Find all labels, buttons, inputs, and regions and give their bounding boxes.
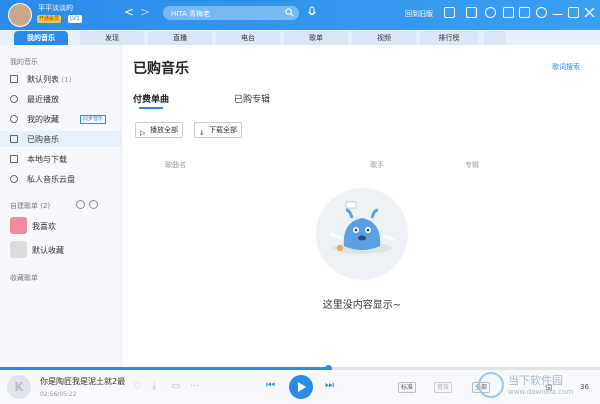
message-icon[interactable] [444, 7, 455, 18]
empty-message: 这里没内容显示~ [322, 300, 402, 311]
play-icon: ▷ [140, 129, 146, 137]
tab-radio[interactable]: 电台 [216, 31, 280, 45]
tab-discover[interactable]: 发现 [80, 31, 144, 45]
search-icon[interactable] [285, 8, 294, 17]
sidebar-item-favorites[interactable]: 我的收藏 同步音乐 [0, 111, 122, 127]
playlist-label: 我喜欢 [32, 222, 56, 231]
microphone-icon[interactable] [307, 6, 317, 18]
like-icon[interactable]: ♡ [133, 381, 142, 392]
column-artist[interactable]: 歌手 [370, 160, 384, 170]
sidebar-item-label: 最近播放 [27, 95, 59, 104]
heart-cover-icon [10, 217, 27, 234]
column-song[interactable]: 歌曲名 [165, 160, 186, 170]
sidebar-item-label: 默认列表 [27, 75, 59, 84]
add-playlist-icon[interactable] [76, 200, 85, 209]
old-version-link[interactable]: 回到旧版 [405, 9, 433, 19]
song-title[interactable]: 你是陶匠我是泥土就2最 [40, 376, 125, 387]
search-input[interactable]: HITA 青梅老 [163, 6, 299, 20]
tab-my-music[interactable]: 我的音乐 [14, 31, 68, 45]
tab-video[interactable]: 视频 [352, 31, 416, 45]
more-icon[interactable]: ··· [190, 381, 200, 392]
tab-paid-singles[interactable]: 付费单曲 [133, 92, 169, 105]
title-bar: 平平淡淡的 开通会员 LV.1 < > HITA 青梅老 回到旧版 [0, 0, 600, 30]
level-badge: LV.1 [68, 15, 82, 23]
watermark-title: 当下软件园 [508, 374, 563, 387]
sync-tag[interactable]: 同步音乐 [80, 115, 107, 124]
skin-icon[interactable] [503, 7, 514, 18]
sound-effect-button[interactable]: 音效 [434, 382, 453, 393]
avatar[interactable] [8, 3, 32, 27]
playlist-item-liked[interactable]: 我喜欢 [10, 217, 120, 237]
search-placeholder: HITA 青梅老 [171, 10, 211, 18]
active-tab-indicator [139, 107, 163, 109]
clock-icon [10, 95, 18, 103]
tab-purchased-albums[interactable]: 已购专辑 [234, 92, 270, 105]
sidebar-item-cloud[interactable]: 私人音乐云盘 [0, 171, 122, 187]
watermark: 当下软件园 www.downxia.com [478, 370, 600, 404]
user-name[interactable]: 平平淡淡的 [38, 3, 73, 13]
sidebar-item-recent[interactable]: 最近播放 [0, 91, 122, 107]
quality-button[interactable]: 标准 [398, 382, 417, 393]
playlist-item-default[interactable]: 默认收藏 [10, 241, 120, 261]
back-button[interactable]: < [124, 6, 134, 18]
sidebar-item-label: 本地与下载 [27, 155, 67, 164]
bag-icon [10, 135, 18, 143]
heart-icon [10, 115, 18, 123]
forward-button[interactable]: > [140, 6, 150, 18]
cloud-icon [10, 175, 18, 183]
monitor-icon [10, 155, 18, 163]
play-button[interactable] [289, 375, 313, 399]
play-icon [298, 382, 306, 392]
column-album[interactable]: 专辑 [465, 160, 479, 170]
sidebar-item-default-list[interactable]: 默认列表 (1) [0, 71, 122, 87]
comment-icon[interactable]: ▭ [171, 381, 180, 392]
download-all-button[interactable]: ↓ 下载全部 [194, 122, 242, 138]
main-tab-bar: 我的音乐 发现 直播 电台 歌单 视频 排行榜 歌词搜索 [0, 30, 600, 71]
sidebar-item-label: 私人音乐云盘 [27, 175, 75, 184]
gear-icon[interactable] [536, 7, 547, 18]
theme-icon[interactable] [519, 7, 530, 18]
sidebar-item-label: 已购音乐 [27, 135, 59, 144]
minimize-icon[interactable] [552, 7, 563, 15]
sidebar: 我的音乐 默认列表 (1) 最近播放 我的收藏 同步音乐 已购音乐 本地与下载 … [0, 45, 122, 367]
album-cover[interactable]: K [7, 375, 31, 399]
more-options-icon[interactable] [89, 200, 98, 209]
maximize-icon[interactable] [568, 7, 579, 18]
created-playlists-header: 自建歌单 (2) [10, 202, 51, 210]
watermark-url: www.downxia.com [508, 388, 574, 396]
vip-badge[interactable]: 开通会员 [37, 15, 62, 23]
lyrics-search-link[interactable]: 歌词搜索 [552, 62, 580, 72]
settings-shortcut-icon[interactable] [485, 7, 496, 18]
mascot-icon [329, 201, 395, 254]
sidebar-item-label: 我的收藏 [27, 115, 59, 124]
tab-charts[interactable]: 排行榜 [420, 31, 478, 45]
sidebar-item-count: (1) [61, 76, 72, 84]
mini-mode-icon[interactable] [466, 7, 477, 18]
download-icon: ↓ [199, 129, 205, 137]
close-icon[interactable] [584, 7, 595, 18]
collected-playlists-header: 收藏歌单 [10, 274, 38, 282]
tab-playlist[interactable]: 歌单 [284, 31, 348, 45]
playlist-label: 默认收藏 [32, 246, 64, 255]
song-time: 02:56/05:22 [40, 391, 77, 398]
empty-illustration [316, 188, 408, 280]
my-music-header: 我的音乐 [10, 58, 38, 66]
list-icon [10, 75, 18, 83]
sidebar-item-purchased[interactable]: 已购音乐 [0, 131, 122, 147]
tab-live[interactable]: 直播 [148, 31, 212, 45]
play-all-button[interactable]: ▷ 播放全部 [135, 122, 183, 138]
watermark-logo-icon [478, 372, 504, 398]
page-title: 已购音乐 [133, 61, 189, 77]
download-icon[interactable]: ⤓ [152, 381, 156, 392]
tab-more[interactable] [484, 31, 506, 45]
sidebar-item-local[interactable]: 本地与下载 [0, 151, 122, 167]
previous-icon[interactable]: ⏮ [266, 380, 275, 391]
next-icon[interactable]: ⏭ [325, 380, 334, 391]
playlist-cover-icon [10, 241, 27, 258]
